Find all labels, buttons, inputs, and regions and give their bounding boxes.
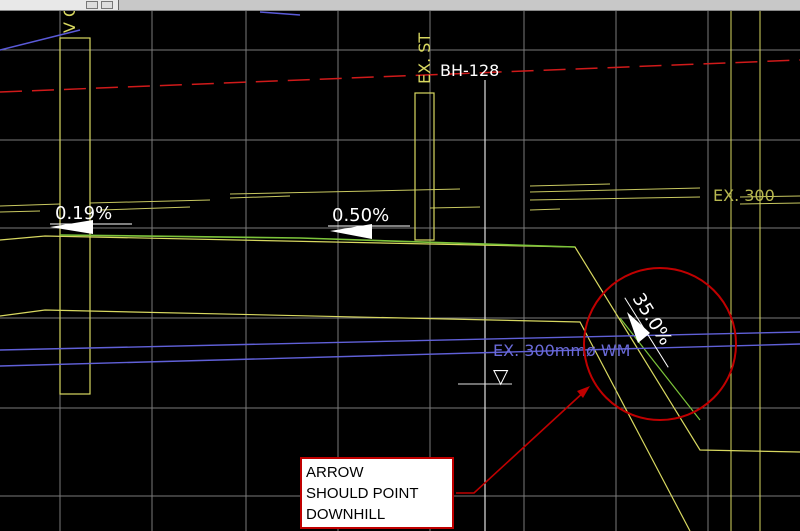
yellow-grade-dashes xyxy=(0,183,800,213)
water-main-label: EX. 300mmø WM xyxy=(493,341,630,360)
design-grade-line xyxy=(59,234,576,248)
callout-line-1: ARROW xyxy=(306,464,364,481)
callout-leader-line xyxy=(456,389,587,494)
red-dashed-line xyxy=(0,59,800,93)
vertical-ex-label: EX. ST xyxy=(415,33,434,84)
cad-drawing-canvas[interactable]: V O EX. ST BH-128 EX. 300mmø WM EX. 300 … xyxy=(0,11,800,531)
slope-label-left: 0.19% xyxy=(55,203,112,224)
slope-label-mid: 0.50% xyxy=(332,205,389,226)
callout-annotation-box: ARROW SHOULD POINT DOWNHILL xyxy=(300,457,454,529)
ex-pipe-yellow-label: EX. 300 xyxy=(713,186,775,205)
callout-line-3: DOWNHILL xyxy=(306,506,386,523)
borehole-column-box xyxy=(414,92,435,241)
title-bar-button[interactable] xyxy=(101,1,113,9)
water-level-symbol: ▽ xyxy=(493,364,509,388)
callout-line-2: SHOULD POINT xyxy=(306,485,419,502)
upper-profile-line xyxy=(0,235,800,453)
title-bar-button[interactable] xyxy=(86,1,98,9)
top-fragment-label: V O xyxy=(60,11,79,33)
blue-contour-line-2 xyxy=(259,11,301,16)
borehole-label: BH-128 xyxy=(440,61,499,80)
window-title-bar xyxy=(0,0,800,11)
